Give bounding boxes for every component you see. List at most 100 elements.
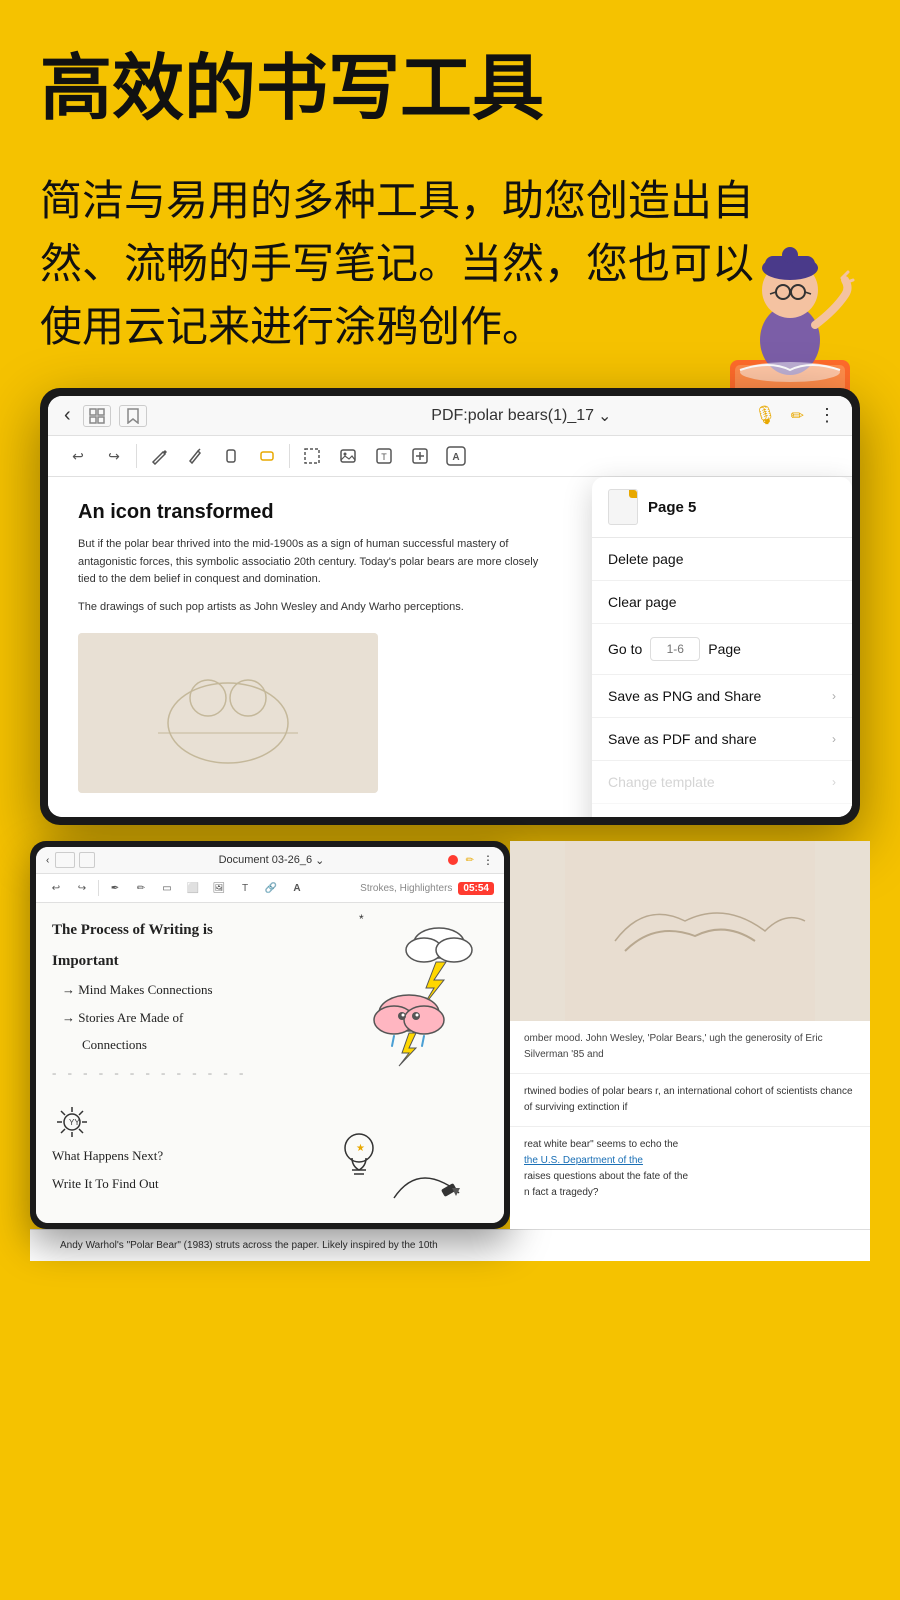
goto-page-label: Page	[708, 641, 741, 657]
small-image-tool[interactable]: 🖼	[209, 878, 229, 898]
small-link-tool[interactable]: 🔗	[261, 878, 281, 898]
small-toolbar: ↩ ↪ ✒ ✏ ▭ ⬜ 🖼 T 🔗 A Strokes, Highlighter…	[36, 874, 504, 903]
clear-page-label: Clear page	[608, 594, 677, 610]
right-image	[510, 841, 870, 1021]
tablet-topbar: ‹ PDF:polar bears(1)_17 ⌄ 🎙 ✏ ⋮	[48, 396, 852, 436]
link-tool[interactable]	[406, 442, 434, 470]
dropdown-header: Page 5	[592, 477, 852, 538]
right-text2: reat white bear" seems to echo thethe U.…	[524, 1137, 856, 1201]
highlighter-tool[interactable]	[217, 442, 245, 470]
save-png-chevron: ›	[832, 689, 836, 703]
timer-badge: 05:54	[458, 882, 494, 895]
sun-doodle-row: YY	[52, 1102, 488, 1142]
tb-right: 🎙 ✏ ⋮	[754, 405, 836, 426]
right-text1: rtwined bodies of polar bears r, an inte…	[524, 1084, 856, 1116]
small-topbar: ‹ Document 03-26_6 ⌄ ✏ ⋮	[36, 847, 504, 874]
bottom-bar: Andy Warhol's "Polar Bear" (1983) struts…	[30, 1229, 870, 1261]
eraser-tool[interactable]	[253, 442, 281, 470]
grid-icon[interactable]	[83, 405, 111, 427]
change-template-item[interactable]: Change template ›	[592, 761, 852, 804]
pen-tool[interactable]	[145, 442, 173, 470]
divider2	[289, 444, 290, 468]
svg-text:YY: YY	[69, 1118, 80, 1127]
save-png-label: Save as PNG and Share	[608, 688, 761, 704]
small-pencil-tool[interactable]: ✏	[131, 878, 151, 898]
bottom-row: ‹ Document 03-26_6 ⌄ ✏ ⋮	[30, 841, 870, 1229]
doc-paragraph1: But if the polar bear thrived into the m…	[78, 536, 558, 589]
small-pen-tool[interactable]: ✒	[105, 878, 125, 898]
small-text-tool[interactable]: T	[235, 878, 255, 898]
small-tablet-inner: ‹ Document 03-26_6 ⌄ ✏ ⋮	[36, 847, 504, 1223]
strokes-label: Strokes, Highlighters	[360, 883, 452, 894]
image-tool[interactable]	[334, 442, 362, 470]
record-button[interactable]	[448, 855, 458, 865]
right-text-block1: omber mood. John Wesley, 'Polar Bears,' …	[510, 1021, 870, 1073]
doc-text: But if the polar bear thrived into the m…	[78, 536, 558, 616]
small-grid-icon[interactable]	[55, 852, 75, 868]
cloud-drawings: *	[354, 908, 494, 1073]
small-tb-icons	[55, 852, 95, 868]
delete-page-item[interactable]: Delete page	[592, 538, 852, 581]
change-template-label: Change template	[608, 774, 715, 790]
save-pdf-chevron: ›	[832, 732, 836, 746]
small-undo[interactable]: ↩	[46, 878, 66, 898]
dropdown-page-title: Page 5	[648, 499, 696, 516]
divider1	[136, 444, 137, 468]
subtitle: 简洁与易用的多种工具，助您创造出自然、流畅的手写笔记。当然，您也可以使用云记来进…	[40, 169, 790, 358]
right-panel: omber mood. John Wesley, 'Polar Bears,' …	[510, 841, 870, 1229]
page-icon	[608, 489, 638, 525]
clear-page-item[interactable]: Clear page	[592, 581, 852, 624]
tablet-area: ‹ PDF:polar bears(1)_17 ⌄ 🎙 ✏ ⋮	[0, 388, 900, 1261]
small-handwriting-area: The Process of Writing is Important → Mi…	[36, 903, 504, 1223]
redo-button[interactable]: ↪	[100, 442, 128, 470]
small-highlight-tool[interactable]: ▭	[157, 878, 177, 898]
small-tablet: ‹ Document 03-26_6 ⌄ ✏ ⋮	[30, 841, 510, 1229]
right-text-block2: rtwined bodies of polar bears r, an inte…	[510, 1073, 870, 1126]
small-textA-tool[interactable]: A	[287, 878, 307, 898]
save-png-item[interactable]: Save as PNG and Share ›	[592, 675, 852, 718]
tablet-title: PDF:polar bears(1)_17 ⌄	[431, 406, 611, 426]
svg-text:★: ★	[356, 1143, 365, 1154]
small-more-icon[interactable]: ⋮	[482, 853, 494, 867]
save-pdf-label: Save as PDF and share	[608, 731, 757, 747]
right-caption: omber mood. John Wesley, 'Polar Bears,' …	[524, 1031, 856, 1063]
top-section: 高效的书写工具 简洁与易用的多种工具，助您创造出自然、流畅的手写笔记。当然，您也…	[0, 0, 900, 358]
save-pdf-item[interactable]: Save as PDF and share ›	[592, 718, 852, 761]
doc-paragraph2: The drawings of such pop artists as John…	[78, 599, 558, 617]
pencil-tool[interactable]	[181, 442, 209, 470]
svg-text:*: *	[359, 912, 364, 926]
text-tool[interactable]: T	[370, 442, 398, 470]
small-divider	[98, 880, 99, 896]
selection-tool[interactable]	[298, 442, 326, 470]
small-redo[interactable]: ↪	[72, 878, 92, 898]
text-recognition-tool[interactable]: A	[442, 442, 470, 470]
goto-item: Go to Page	[592, 624, 852, 675]
back-button[interactable]: ‹	[64, 404, 71, 427]
dropdown-menu: Page 5 Delete page Clear page Go to P	[592, 477, 852, 817]
small-tablet-title: Document 03-26_6 ⌄	[219, 854, 325, 867]
pen-icon[interactable]: ✏	[791, 406, 804, 426]
doc-image	[78, 633, 378, 793]
tablet-inner: ‹ PDF:polar bears(1)_17 ⌄ 🎙 ✏ ⋮	[48, 396, 852, 817]
undo-button[interactable]: ↩	[64, 442, 92, 470]
main-title: 高效的书写工具	[40, 50, 860, 129]
toolbar-row: ↩ ↪	[48, 436, 852, 477]
small-back[interactable]: ‹	[46, 855, 49, 866]
more-options-icon[interactable]: ⋮	[818, 405, 836, 426]
bookmark-icon[interactable]	[119, 405, 147, 427]
small-bookmark-icon[interactable]	[79, 852, 95, 868]
pen-doodle	[384, 1158, 464, 1213]
bulb-doodle: ★	[334, 1128, 384, 1193]
main-tablet: ‹ PDF:polar bears(1)_17 ⌄ 🎙 ✏ ⋮	[40, 388, 860, 825]
tb-icons	[83, 405, 147, 427]
small-tablet-wrapper: ‹ Document 03-26_6 ⌄ ✏ ⋮	[30, 841, 510, 1229]
right-text-block3: reat white bear" seems to echo thethe U.…	[510, 1126, 870, 1211]
mic-icon[interactable]: 🎙	[754, 405, 777, 426]
bottom-text: Andy Warhol's "Polar Bear" (1983) struts…	[60, 1238, 840, 1253]
small-pen-icon[interactable]: ✏	[466, 855, 474, 866]
goto-input[interactable]	[650, 637, 700, 661]
add-sound-item[interactable]: Add sound recording ›	[592, 804, 852, 817]
small-eraser-tool[interactable]: ⬜	[183, 878, 203, 898]
svg-text:A: A	[452, 452, 459, 463]
svg-text:T: T	[381, 452, 387, 462]
